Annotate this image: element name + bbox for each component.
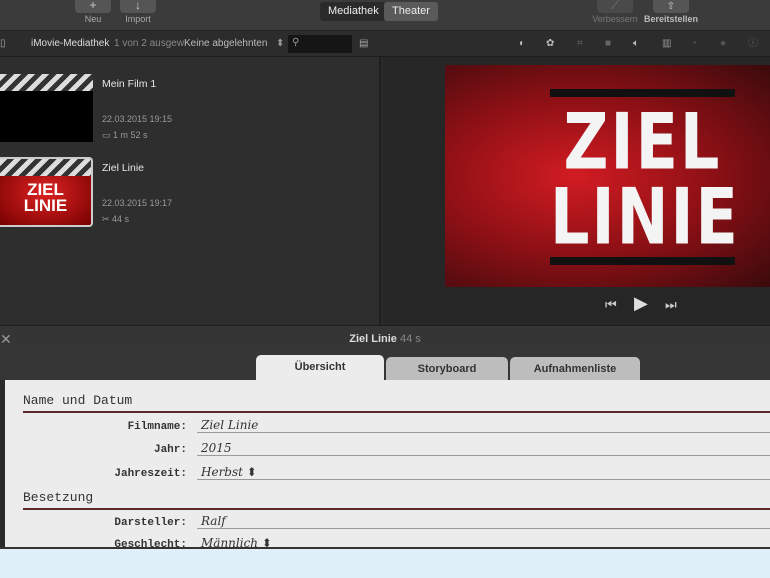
info-icon[interactable]: ⓘ [748, 31, 758, 57]
filmstrip-icon[interactable]: ▤ [359, 31, 368, 57]
field-label: Geschlecht: [114, 539, 187, 547]
share-button[interactable]: ⇧ [653, 0, 689, 13]
clip-duration: 1 m 52 s [113, 130, 148, 140]
search-icon: ⚲ [292, 37, 300, 48]
speed-icon[interactable]: ◔ [691, 31, 697, 57]
storyboard-icon: ▭ [102, 130, 114, 140]
stabilize-icon[interactable]: ■ [605, 31, 611, 57]
actor-field[interactable]: Ralf [197, 514, 770, 529]
clip-title[interactable]: Ziel Linie [102, 162, 144, 174]
field-label: Jahreszeit: [114, 468, 187, 480]
project-duration: 44 s [399, 333, 421, 345]
enhance-label: Verbessern [592, 14, 638, 24]
preview-title-line: LINIE [550, 170, 740, 263]
arrow-down-icon: ↓ [135, 0, 141, 12]
filter-select[interactable]: Keine abgelehnten [184, 31, 267, 57]
selection-count: 1 von 2 ausgew [114, 38, 185, 49]
plus-icon: + [89, 0, 97, 12]
equalizer-icon[interactable]: ▥ [662, 31, 671, 57]
palette-icon[interactable]: ✿ [546, 31, 554, 57]
tab-overview[interactable]: Übersicht [256, 355, 384, 381]
clip-thumbnail-selected[interactable]: ZIEL LINIE [0, 157, 93, 227]
field-label: Darsteller: [114, 517, 187, 529]
project-titlebar: ✕ Ziel Linie 44 s [0, 325, 770, 351]
enhance-button[interactable]: ⟋ [597, 0, 633, 13]
browser-bar: ▯ iMovie-Mediathek 1 von 2 ausgew Keine … [0, 31, 770, 57]
clip-duration: 44 s [112, 214, 130, 224]
library-name: iMovie-Mediathek [31, 38, 110, 49]
search-input[interactable]: ⚲ [288, 35, 352, 53]
wand-icon: ⟋ [610, 0, 620, 12]
clip-date: 22.03.2015 19:17 [102, 198, 173, 208]
share-label: Bereitstellen [643, 14, 699, 24]
clip-thumbnail[interactable] [0, 74, 93, 142]
thumb-text: LINIE [23, 196, 68, 215]
skip-back-icon[interactable]: ⏮︎ [605, 297, 617, 313]
toolbar: + Neu ↓ Import Mediathek Theater ⟋ Verbe… [0, 0, 770, 31]
crop-icon[interactable]: ⌗ [577, 31, 583, 57]
import-button[interactable]: ↓ [120, 0, 156, 13]
field-label: Jahr: [153, 444, 187, 456]
section-heading: Name und Datum [23, 393, 770, 413]
tab-theater[interactable]: Theater [384, 2, 438, 21]
year-field[interactable]: 2015 [197, 441, 770, 456]
overview-form: Name und Datum Filmname: Ziel Linie Jahr… [5, 380, 770, 547]
clip-date: 22.03.2015 19:15 [102, 114, 173, 124]
clapper-icon [0, 159, 91, 176]
section-heading: Besetzung [23, 490, 770, 510]
chevron-updown-icon: ⬍ [276, 38, 285, 49]
gender-select[interactable]: Männlich ⬍ [197, 536, 770, 547]
new-button[interactable]: + [75, 0, 111, 13]
tab-bar: Übersicht Storyboard Aufnahmenliste [0, 351, 770, 383]
skip-forward-icon[interactable]: ⏭︎ [665, 297, 677, 313]
import-label: Import [125, 14, 151, 24]
bottom-area [0, 547, 770, 578]
clapper-icon [0, 74, 93, 91]
season-select[interactable]: Herbst ⬍ [197, 465, 770, 480]
color-balance-icon[interactable]: ◐ [519, 31, 525, 57]
movie-name-field[interactable]: Ziel Linie [197, 418, 770, 433]
play-icon[interactable]: ▶︎ [634, 293, 648, 314]
project-title: Ziel Linie [349, 333, 397, 345]
project-list: Mein Film 1 22.03.2015 19:15 ▭ 1 m 52 s … [0, 57, 381, 325]
field-label: Filmname: [127, 421, 187, 433]
tab-mediathek[interactable]: Mediathek [320, 2, 387, 21]
clip-title[interactable]: Mein Film 1 [102, 78, 156, 90]
video-preview[interactable]: ZIEL LINIE [445, 65, 770, 287]
volume-icon[interactable]: 🔈︎ [633, 31, 639, 57]
trailer-icon: ✂ [102, 214, 113, 224]
close-icon[interactable]: ✕ [0, 326, 12, 352]
share-icon: ⇧ [666, 1, 676, 12]
sidebar-toggle-icon[interactable]: ▯ [0, 31, 6, 57]
filter-icon[interactable]: ● [720, 31, 726, 57]
